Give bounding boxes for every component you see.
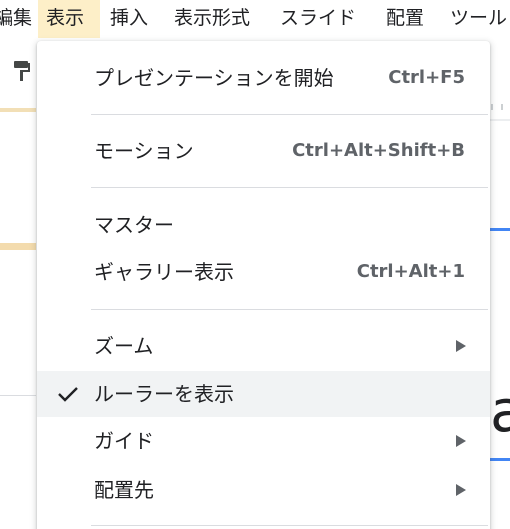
selection-border [490, 228, 510, 231]
selection-border-bottom [490, 458, 510, 461]
slide-text[interactable]: a [490, 380, 510, 442]
view-menu-dropdown: プレゼンテーションを開始 Ctrl+F5 モーション Ctrl+Alt+Shif… [37, 41, 490, 529]
menu-item-master[interactable]: マスター [37, 202, 490, 248]
menu-item-label: ギャラリー表示 [94, 260, 234, 284]
menu-item-label: 配置先 [94, 478, 154, 502]
menu-divider [91, 309, 488, 310]
checkmark-icon [58, 387, 78, 402]
menu-item-show-ruler[interactable]: ルーラーを表示 [37, 371, 490, 417]
menu-item-gallery-view[interactable]: ギャラリー表示 Ctrl+Alt+1 [37, 249, 490, 295]
ruler-ticks [490, 104, 510, 121]
menu-item-start-presentation[interactable]: プレゼンテーションを開始 Ctrl+F5 [37, 55, 490, 101]
submenu-arrow-icon [456, 435, 466, 447]
menu-item-label: ルーラーを表示 [94, 382, 234, 406]
menu-view[interactable]: 表示 [38, 0, 100, 38]
menu-item-shortcut: Ctrl+Alt+Shift+B [292, 140, 465, 161]
menu-item-snap-to[interactable]: 配置先 [37, 467, 490, 513]
menu-format[interactable]: 表示形式 [168, 0, 256, 38]
submenu-arrow-icon [456, 484, 466, 496]
menu-item-label: プレゼンテーションを開始 [94, 66, 334, 90]
menu-divider [91, 187, 488, 188]
slide-divider [0, 395, 36, 396]
slide-edge [0, 243, 36, 250]
menu-item-guides[interactable]: ガイド [37, 418, 490, 464]
submenu-arrow-icon [456, 340, 466, 352]
menu-item-zoom[interactable]: ズーム [37, 323, 490, 369]
app-window: 編集 表示 挿入 表示形式 スライド 配置 ツール a プレゼンテーションを開始… [0, 0, 510, 529]
menu-item-shortcut: Ctrl+F5 [388, 67, 465, 88]
menu-slide[interactable]: スライド [274, 0, 362, 38]
menu-divider [91, 525, 488, 526]
menu-tools[interactable]: ツール [444, 0, 510, 38]
menu-arrange[interactable]: 配置 [380, 0, 430, 38]
menu-item-label: ガイド [94, 429, 154, 453]
ruler-strip [0, 108, 36, 112]
menu-item-label: マスター [94, 213, 174, 237]
menu-item-label: モーション [94, 139, 194, 163]
paint-format-icon[interactable] [13, 60, 31, 82]
menu-insert[interactable]: 挿入 [104, 0, 154, 38]
menu-item-label: ズーム [94, 334, 154, 358]
menu-item-shortcut: Ctrl+Alt+1 [356, 261, 465, 282]
menu-edit[interactable]: 編集 [0, 0, 38, 38]
menu-item-motion[interactable]: モーション Ctrl+Alt+Shift+B [37, 128, 490, 174]
menu-divider [91, 114, 488, 115]
menu-bar: 編集 表示 挿入 表示形式 スライド 配置 ツール [0, 0, 510, 38]
